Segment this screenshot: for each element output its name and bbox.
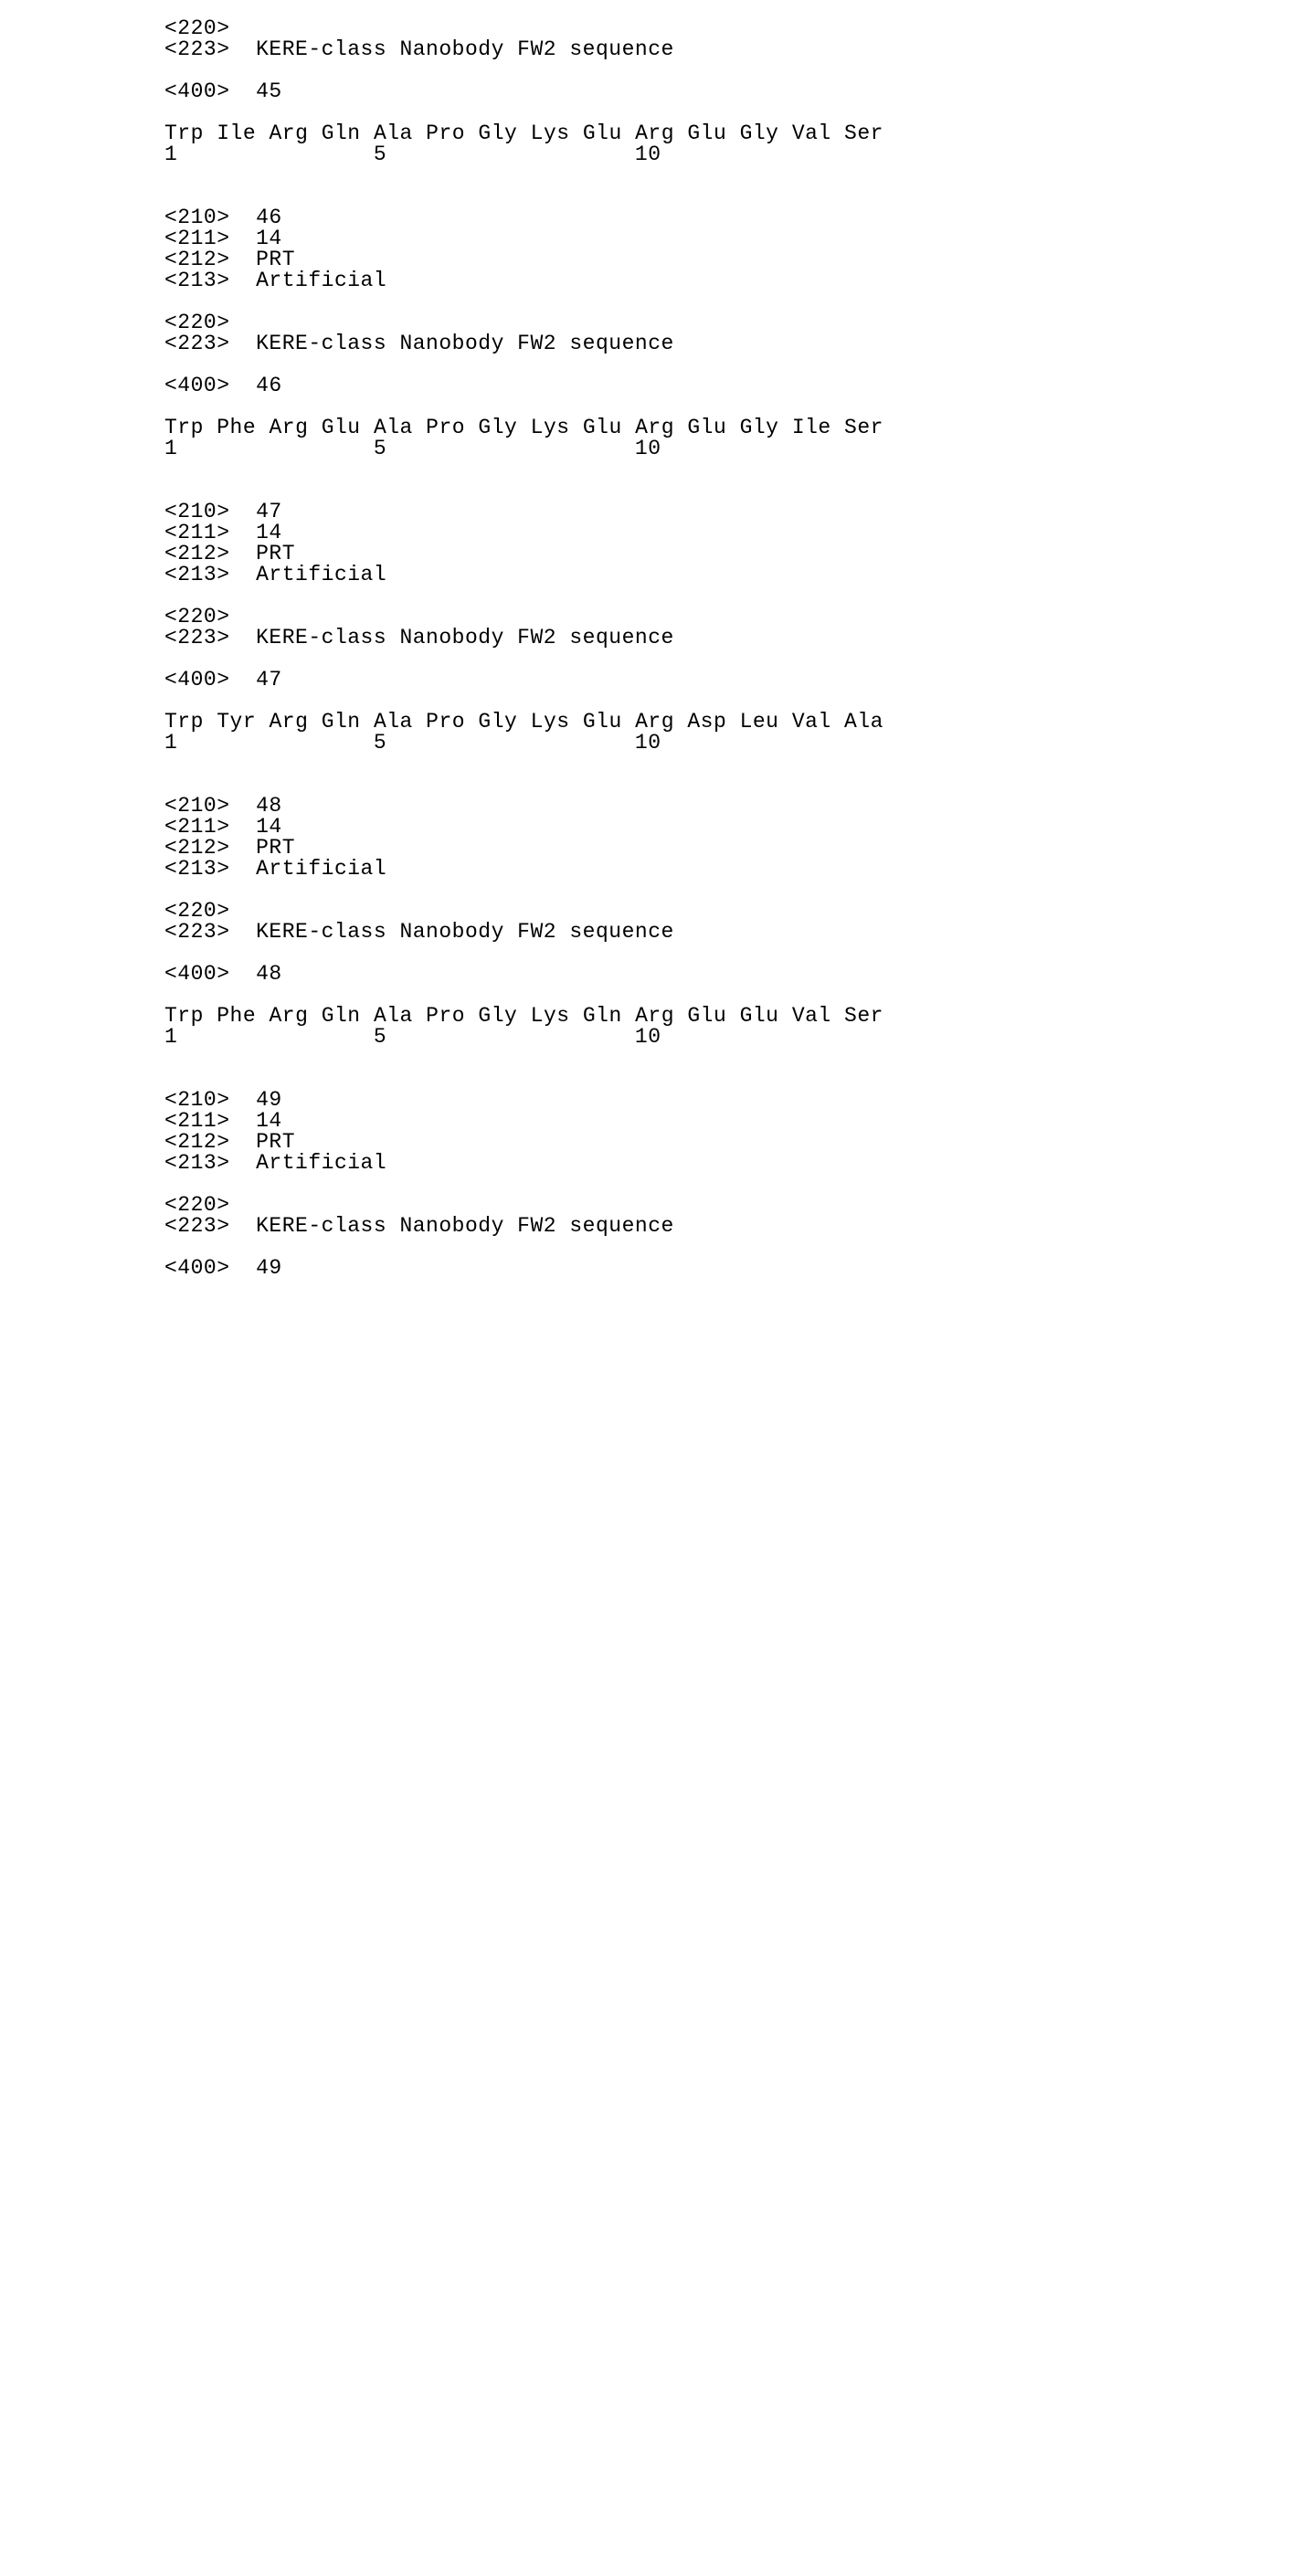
position-marker: 1 bbox=[164, 1025, 177, 1049]
position-marker: 10 bbox=[635, 437, 661, 460]
tag-213: <213> bbox=[164, 857, 230, 881]
tag-400: <400> bbox=[164, 79, 230, 103]
organism: Artificial bbox=[256, 269, 386, 292]
residue: Glu bbox=[583, 710, 622, 734]
residue: Arg bbox=[269, 121, 308, 145]
residue: Glu bbox=[322, 416, 361, 439]
tag-213: <213> bbox=[164, 269, 230, 292]
entry-number: 45 bbox=[256, 79, 282, 103]
tag-223: <223> bbox=[164, 332, 230, 355]
residue: Ala bbox=[844, 710, 883, 734]
residue: Glu bbox=[687, 121, 726, 145]
position-marker: 5 bbox=[374, 1025, 386, 1049]
residue: Pro bbox=[426, 710, 465, 734]
residue: Pro bbox=[426, 121, 465, 145]
residue: Ile bbox=[792, 416, 831, 439]
organism: Artificial bbox=[256, 1151, 386, 1175]
sequence-listing-page: <220> <223> KERE-class Nanobody FW2 sequ… bbox=[0, 0, 1301, 1279]
tag-400: <400> bbox=[164, 374, 230, 397]
residue: Gly bbox=[740, 416, 779, 439]
feature-desc: KERE-class Nanobody FW2 sequence bbox=[256, 920, 674, 944]
residue: Lys bbox=[531, 710, 570, 734]
residue: Gln bbox=[583, 1004, 622, 1028]
residue: Arg bbox=[269, 710, 308, 734]
position-marker: 5 bbox=[374, 437, 386, 460]
residue: Glu bbox=[583, 416, 622, 439]
feature-desc: KERE-class Nanobody FW2 sequence bbox=[256, 37, 674, 61]
residue: Ile bbox=[217, 121, 256, 145]
residue: Gly bbox=[478, 710, 517, 734]
residue: Lys bbox=[531, 121, 570, 145]
residue: Arg bbox=[269, 1004, 308, 1028]
residue: Gln bbox=[322, 710, 361, 734]
residue: Gln bbox=[322, 121, 361, 145]
tag-213: <213> bbox=[164, 1151, 230, 1175]
residue: Val bbox=[792, 121, 831, 145]
residue: Ser bbox=[844, 416, 883, 439]
residue: Val bbox=[792, 710, 831, 734]
entry-number: 48 bbox=[256, 962, 282, 986]
residue: Ser bbox=[844, 121, 883, 145]
position-marker: 10 bbox=[635, 143, 661, 166]
position-marker: 10 bbox=[635, 731, 661, 755]
residue: Asp bbox=[687, 710, 726, 734]
residue: Phe bbox=[217, 1004, 256, 1028]
residue: Glu bbox=[740, 1004, 779, 1028]
tag-400: <400> bbox=[164, 668, 230, 692]
position-marker: 1 bbox=[164, 731, 177, 755]
residue: Gly bbox=[478, 416, 517, 439]
tag-400: <400> bbox=[164, 1256, 230, 1280]
tag-213: <213> bbox=[164, 563, 230, 586]
residue: Tyr bbox=[217, 710, 256, 734]
residue: Gly bbox=[740, 121, 779, 145]
residue: Val bbox=[792, 1004, 831, 1028]
tag-223: <223> bbox=[164, 626, 230, 649]
position-marker: 5 bbox=[374, 731, 386, 755]
residue: Glu bbox=[583, 121, 622, 145]
residue: Phe bbox=[217, 416, 256, 439]
entry-number: 49 bbox=[256, 1256, 282, 1280]
tag-223: <223> bbox=[164, 37, 230, 61]
residue: Leu bbox=[740, 710, 779, 734]
position-marker: 10 bbox=[635, 1025, 661, 1049]
residue: Lys bbox=[531, 416, 570, 439]
residue: Glu bbox=[687, 416, 726, 439]
organism: Artificial bbox=[256, 857, 386, 881]
entry-number: 47 bbox=[256, 668, 282, 692]
position-marker: 1 bbox=[164, 437, 177, 460]
residue: Arg bbox=[269, 416, 308, 439]
position-marker: 5 bbox=[374, 143, 386, 166]
feature-desc: KERE-class Nanobody FW2 sequence bbox=[256, 1214, 674, 1238]
tag-400: <400> bbox=[164, 962, 230, 986]
residue: Gly bbox=[478, 121, 517, 145]
residue: Lys bbox=[531, 1004, 570, 1028]
residue: Gly bbox=[478, 1004, 517, 1028]
residue: Pro bbox=[426, 1004, 465, 1028]
residue: Gln bbox=[322, 1004, 361, 1028]
feature-desc: KERE-class Nanobody FW2 sequence bbox=[256, 332, 674, 355]
tag-223: <223> bbox=[164, 920, 230, 944]
residue: Ser bbox=[844, 1004, 883, 1028]
residue: Glu bbox=[687, 1004, 726, 1028]
position-marker: 1 bbox=[164, 143, 177, 166]
residue: Pro bbox=[426, 416, 465, 439]
organism: Artificial bbox=[256, 563, 386, 586]
feature-desc: KERE-class Nanobody FW2 sequence bbox=[256, 626, 674, 649]
entry-number: 46 bbox=[256, 374, 282, 397]
tag-223: <223> bbox=[164, 1214, 230, 1238]
